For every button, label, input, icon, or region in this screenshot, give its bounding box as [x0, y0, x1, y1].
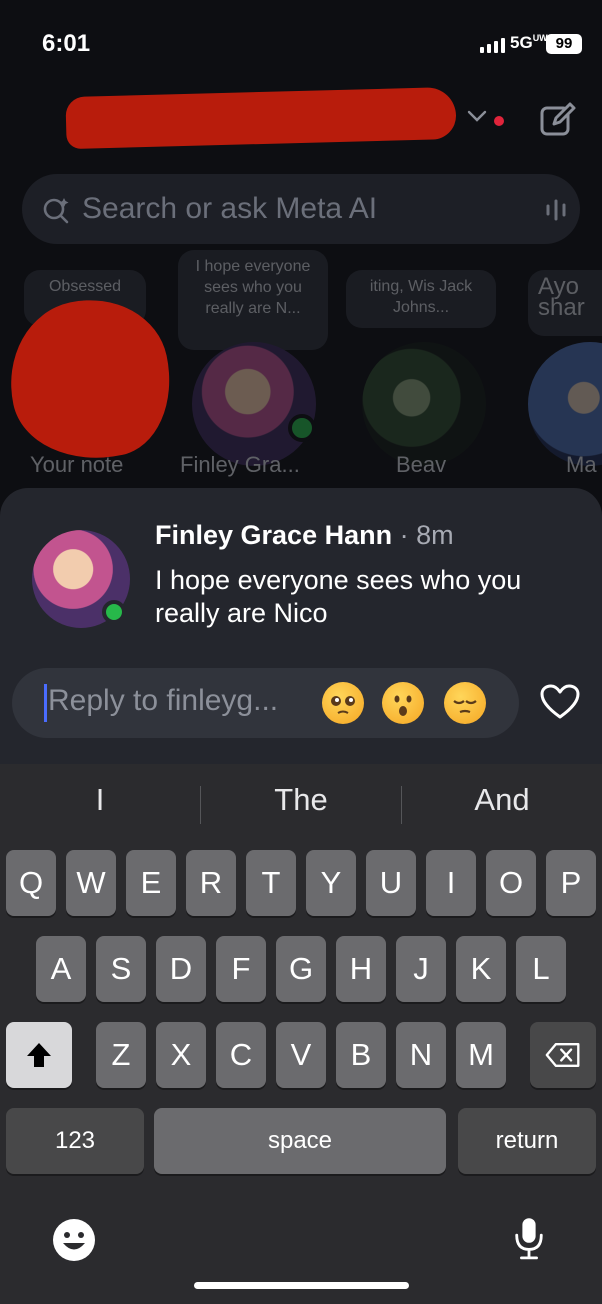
- pleading-face-emoji-icon[interactable]: [322, 682, 364, 724]
- meta-ai-search-icon: [43, 198, 69, 224]
- key-b[interactable]: B: [336, 1022, 386, 1088]
- reply-placeholder: Reply to finleyg...: [48, 684, 279, 717]
- shift-key[interactable]: [6, 1022, 72, 1088]
- key-j[interactable]: J: [396, 936, 446, 1002]
- key-m[interactable]: M: [456, 1022, 506, 1088]
- key-u[interactable]: U: [366, 850, 416, 916]
- text-cursor: [44, 684, 47, 722]
- key-t[interactable]: T: [246, 850, 296, 916]
- suggestion-2[interactable]: The: [201, 782, 401, 818]
- reply-input[interactable]: Reply to finleyg...: [12, 668, 519, 738]
- key-y[interactable]: Y: [306, 850, 356, 916]
- avatar[interactable]: [528, 342, 602, 466]
- shift-arrow-icon: [27, 1043, 51, 1067]
- online-indicator: [102, 600, 126, 624]
- pensive-face-emoji-icon[interactable]: [444, 682, 486, 724]
- home-indicator[interactable]: [194, 1282, 409, 1289]
- key-x[interactable]: X: [156, 1022, 206, 1088]
- key-d[interactable]: D: [156, 936, 206, 1002]
- network-label: 5GUW: [510, 33, 548, 52]
- avatar[interactable]: [192, 342, 316, 466]
- key-c[interactable]: C: [216, 1022, 266, 1088]
- note-name: Finley Gra...: [180, 452, 300, 477]
- key-q[interactable]: Q: [6, 850, 56, 916]
- message-header: Finley Grace Hann · 8m: [155, 520, 454, 551]
- key-k[interactable]: K: [456, 936, 506, 1002]
- note-message: I hope everyone sees who you really are …: [155, 565, 522, 628]
- astonished-face-emoji-icon[interactable]: [382, 682, 424, 724]
- note-reply-sheet: Finley Grace Hann · 8m I hope everyone s…: [0, 488, 602, 768]
- suggestion-3[interactable]: And: [402, 782, 602, 818]
- online-indicator: [288, 414, 316, 442]
- status-bar: 6:01 5GUW 99: [0, 0, 602, 90]
- note-name: Ma: [566, 452, 597, 477]
- message-time: 8m: [416, 520, 454, 550]
- key-r[interactable]: R: [186, 850, 236, 916]
- compose-icon[interactable]: [538, 100, 578, 140]
- chevron-down-icon[interactable]: [466, 108, 488, 124]
- sender-name: Finley Grace Hann: [155, 520, 393, 550]
- key-i[interactable]: I: [426, 850, 476, 916]
- redacted-username: [65, 86, 457, 150]
- numbers-key[interactable]: 123: [6, 1108, 144, 1174]
- key-a[interactable]: A: [36, 936, 86, 1002]
- emoji-keyboard-icon[interactable]: [52, 1218, 96, 1262]
- key-l[interactable]: L: [516, 936, 566, 1002]
- key-n[interactable]: N: [396, 1022, 446, 1088]
- microphone-icon[interactable]: [512, 1216, 546, 1262]
- key-w[interactable]: W: [66, 850, 116, 916]
- key-h[interactable]: H: [336, 936, 386, 1002]
- return-key[interactable]: return: [458, 1108, 596, 1174]
- note-bubble[interactable]: Ayo shar: [528, 270, 602, 336]
- key-g[interactable]: G: [276, 936, 326, 1002]
- separator: ·: [399, 520, 409, 550]
- status-time: 6:01: [42, 30, 91, 57]
- key-f[interactable]: F: [216, 936, 266, 1002]
- note-bubble[interactable]: I hope everyone sees who you really are …: [178, 250, 328, 350]
- backspace-icon: [545, 1043, 580, 1067]
- avatar[interactable]: [362, 342, 486, 466]
- key-s[interactable]: S: [96, 936, 146, 1002]
- backspace-key[interactable]: [530, 1022, 596, 1088]
- key-o[interactable]: O: [486, 850, 536, 916]
- keyboard: I The And Q W E R T Y U I O P A S D F G …: [0, 764, 602, 1304]
- battery-icon: 99: [546, 34, 582, 54]
- suggestion-1[interactable]: I: [0, 782, 200, 818]
- note-name: Beav: [396, 452, 447, 477]
- key-e[interactable]: E: [126, 850, 176, 916]
- heart-icon[interactable]: [540, 684, 580, 720]
- cellular-signal-icon: [480, 37, 505, 53]
- key-v[interactable]: V: [276, 1022, 326, 1088]
- note-bubble[interactable]: iting, Wis Jack Johns...: [346, 270, 496, 328]
- key-z[interactable]: Z: [96, 1022, 146, 1088]
- search-bar[interactable]: Search or ask Meta AI: [22, 174, 580, 244]
- notification-dot: [494, 116, 504, 126]
- voice-icon[interactable]: [542, 196, 570, 224]
- space-key[interactable]: space: [154, 1108, 446, 1174]
- search-placeholder: Search or ask Meta AI: [82, 192, 378, 225]
- key-p[interactable]: P: [546, 850, 596, 916]
